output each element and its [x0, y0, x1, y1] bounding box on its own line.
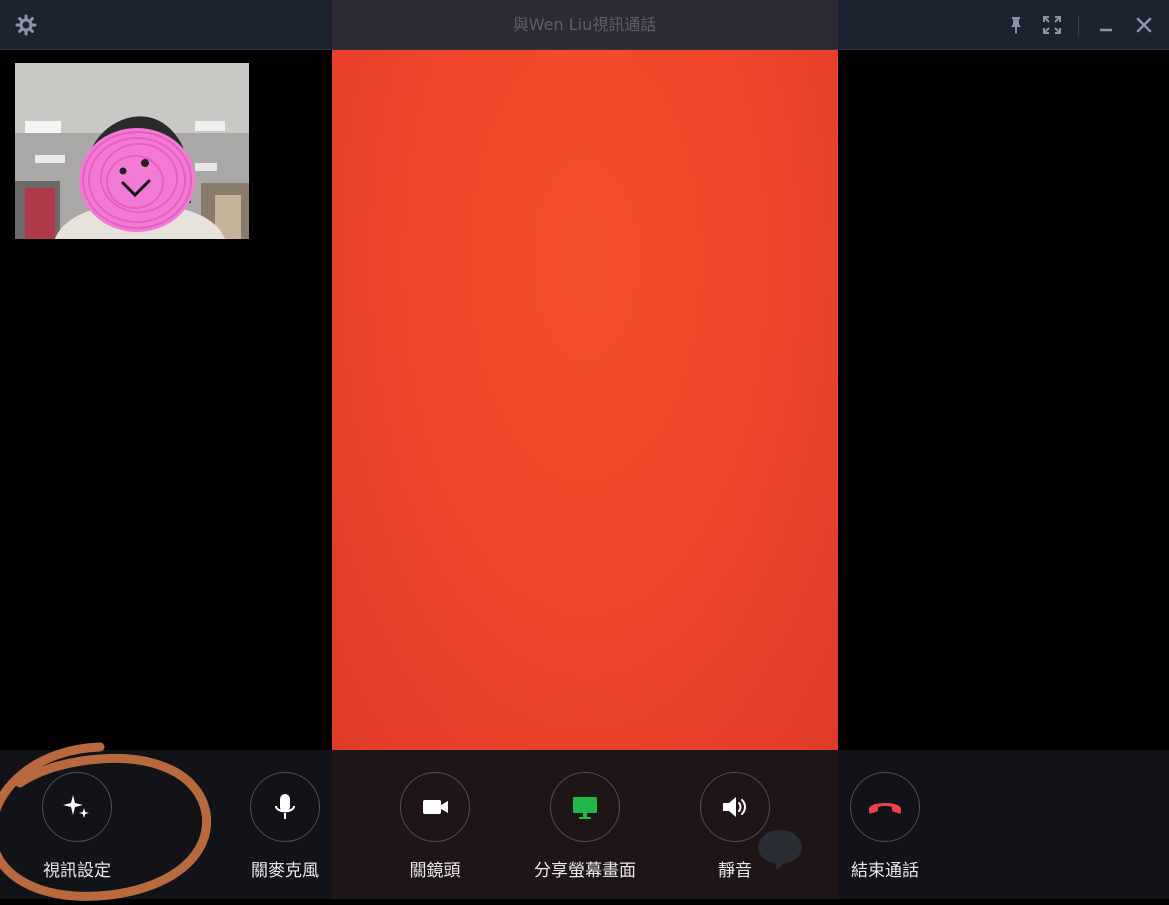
camera-off-button[interactable]: 關鏡頭: [375, 772, 495, 882]
video-camera-icon: [423, 800, 448, 814]
video-settings-button[interactable]: 視訊設定: [17, 772, 137, 882]
camera-off-label: 關鏡頭: [409, 861, 461, 881]
sparkle-icon: [63, 795, 89, 818]
remote-video-title-overlay: [332, 0, 838, 50]
microphone-icon: [275, 794, 295, 819]
pin-button[interactable]: [1004, 13, 1028, 37]
minimize-icon: [1100, 28, 1112, 32]
share-screen-circle: [550, 772, 620, 842]
video-settings-circle: [42, 772, 112, 842]
mute-mic-label: 關麥克風: [251, 861, 319, 881]
mute-mic-button[interactable]: 關麥克風: [225, 772, 345, 882]
hang-up-icon: [869, 803, 901, 814]
pin-icon: [1011, 17, 1021, 34]
self-preview-video[interactable]: [15, 63, 249, 239]
end-call-button[interactable]: 結束通話: [825, 772, 945, 882]
line-watermark-icon: [758, 830, 802, 870]
close-icon: [1136, 17, 1152, 33]
fullscreen-button[interactable]: [1040, 13, 1064, 37]
fullscreen-icon: [1043, 16, 1061, 34]
close-button[interactable]: [1132, 13, 1156, 37]
self-camera-image: [15, 63, 249, 239]
end-call-label: 結束通話: [851, 861, 919, 881]
share-screen-button[interactable]: 分享螢幕畫面: [525, 772, 645, 882]
monitor-icon: [573, 797, 597, 819]
speaker-icon: [723, 797, 746, 817]
camera-off-circle: [400, 772, 470, 842]
call-control-bar: 視訊設定 關麥克風 關鏡頭 分享螢幕畫面 靜音 結束通話: [0, 750, 1169, 899]
titlebar-divider: [1078, 16, 1079, 36]
remote-video: [332, 50, 838, 750]
video-settings-label: 視訊設定: [43, 861, 111, 881]
minimize-button[interactable]: [1094, 13, 1118, 37]
end-call-circle: [850, 772, 920, 842]
face-scribble: [79, 128, 195, 232]
share-screen-label: 分享螢幕畫面: [534, 861, 636, 881]
mute-mic-circle: [250, 772, 320, 842]
